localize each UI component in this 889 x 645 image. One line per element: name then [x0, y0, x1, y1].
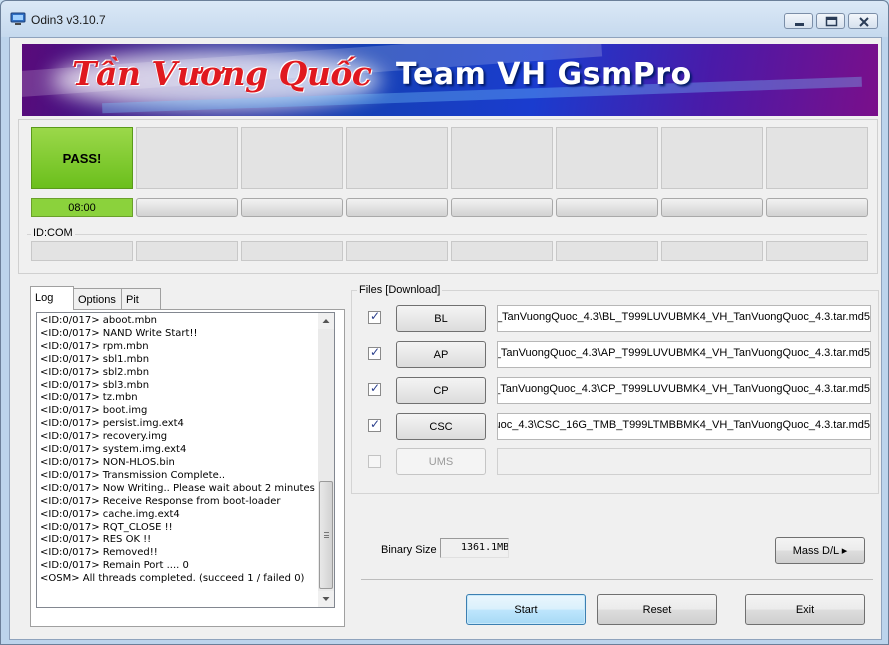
ap-button[interactable]: AP [396, 341, 486, 368]
log-line: <ID:0/017> RES OK !! [40, 534, 152, 546]
start-button[interactable]: Start [466, 594, 586, 625]
scroll-up-icon [322, 319, 330, 323]
port-status-pass: PASS! [31, 127, 133, 189]
cp-button[interactable]: CP [396, 377, 486, 404]
log-panel: <ID:0/017> aboot.mbn <ID:0/017> NAND Writ… [30, 309, 345, 627]
log-line: <ID:0/017> NAND Write Start!! [40, 327, 198, 339]
log-line: <ID:0/017> Removed!! [40, 547, 158, 559]
banner-right-text: Team VH GsmPro [396, 57, 692, 92]
log-line: <ID:0/017> NON-HLOS.bin [40, 456, 175, 468]
port-progress-bar [766, 198, 868, 217]
csc-path-field[interactable]: Quoc_4.3\CSC_16G_TMB_T999LTMBBMK4_VH_Tan… [497, 413, 871, 440]
idcom-box [451, 241, 553, 261]
port-progress-bar [451, 198, 553, 217]
scroll-thumb[interactable] [319, 481, 333, 589]
ap-checkbox[interactable] [368, 345, 381, 360]
exit-button[interactable]: Exit [745, 594, 865, 625]
banner: Tần Vương Quốc Team VH GsmPro [22, 44, 878, 116]
port-progress-bar [346, 198, 448, 217]
tab-pit[interactable]: Pit [121, 288, 161, 310]
log-line: <OSM> All threads completed. (succeed 1 … [40, 573, 305, 585]
banner-left-text: Tần Vương Quốc [72, 54, 372, 93]
idcom-label: ID:COM [31, 227, 75, 239]
ums-checkbox[interactable] [368, 455, 381, 468]
idcom-box [766, 241, 868, 261]
close-button[interactable] [848, 13, 878, 29]
log-line: <ID:0/017> Transmission Complete.. [40, 469, 226, 481]
port-status [661, 127, 763, 189]
log-line: <ID:0/017> sbl3.mbn [40, 379, 150, 391]
log-line: <ID:0/017> recovery.img [40, 431, 168, 443]
port-status [451, 127, 553, 189]
bl-checkbox[interactable] [368, 309, 381, 324]
scroll-down-button[interactable] [318, 591, 334, 607]
files-legend: Files [Download] [357, 284, 443, 296]
idcom-box [241, 241, 343, 261]
ap-path-field[interactable]: l_TanVuongQuoc_4.3\AP_T999LUVUBMK4_VH_Ta… [497, 341, 871, 368]
log-textarea[interactable]: <ID:0/017> aboot.mbn <ID:0/017> NAND Writ… [36, 312, 318, 608]
log-line: <ID:0/017> tz.mbn [40, 392, 138, 404]
log-scrollbar[interactable] [318, 312, 335, 608]
scroll-up-button[interactable] [318, 313, 334, 329]
bl-button[interactable]: BL [396, 305, 486, 332]
odin-app-icon [10, 12, 26, 25]
port-status [136, 127, 238, 189]
binary-size-value: 1361.1MB [440, 538, 509, 558]
mass-dl-button[interactable]: Mass D/L ▸ [775, 537, 865, 564]
log-line: <ID:0/017> cache.img.ext4 [40, 508, 180, 520]
window-title: Odin3 v3.10.7 [31, 13, 106, 27]
port-status-panel: PASS! 08:00 ID:COM [18, 119, 878, 274]
log-line: <ID:0/017> Receive Response from boot-lo… [40, 495, 281, 507]
minimize-button[interactable] [784, 13, 813, 29]
port-status [556, 127, 658, 189]
bl-path-field[interactable]: l_TanVuongQuoc_4.3\BL_T999LUVUBMK4_VH_Ta… [497, 305, 871, 332]
ums-path-field[interactable] [497, 448, 871, 475]
csc-checkbox[interactable] [368, 417, 381, 432]
maximize-button[interactable] [816, 13, 845, 29]
idcom-box [661, 241, 763, 261]
port-status [346, 127, 448, 189]
tab-options[interactable]: Options [73, 288, 122, 310]
tab-log[interactable]: Log [30, 286, 74, 310]
action-divider [361, 579, 873, 580]
port-progress-bar [661, 198, 763, 217]
log-line: <ID:0/017> sbl1.mbn [40, 353, 150, 365]
log-line: <ID:0/017> system.img.ext4 [40, 444, 187, 456]
tab-panel: Log Options Pit <ID:0/017> aboot.mbn <ID:… [30, 286, 345, 630]
log-line: <ID:0/017> Remain Port .... 0 [40, 560, 189, 572]
log-line: <ID:0/017> RQT_CLOSE !! [40, 521, 173, 533]
minimize-icon [795, 23, 804, 26]
idcom-box [31, 241, 133, 261]
log-line: <ID:0/017> aboot.mbn [40, 315, 158, 326]
log-line: <ID:0/017> sbl2.mbn [40, 366, 150, 378]
reset-button[interactable]: Reset [597, 594, 717, 625]
port-progress-bar [556, 198, 658, 217]
idcom-box [556, 241, 658, 261]
port-progress-bar [241, 198, 343, 217]
idcom-divider [27, 234, 867, 235]
cp-path-field[interactable]: l_TanVuongQuoc_4.3\CP_T999LUVUBMK4_VH_Ta… [497, 377, 871, 404]
csc-button[interactable]: CSC [396, 413, 486, 440]
port-status [241, 127, 343, 189]
odin-window: Odin3 v3.10.7 Tần Vương Quốc Team VH Gsm… [0, 0, 889, 645]
log-line: <ID:0/017> persist.img.ext4 [40, 418, 184, 430]
title-bar[interactable]: Odin3 v3.10.7 [1, 1, 888, 37]
log-line: <ID:0/017> Now Writing.. Please wait abo… [40, 482, 315, 494]
maximize-icon [825, 16, 838, 27]
idcom-box [136, 241, 238, 261]
port-status [766, 127, 868, 189]
ums-button[interactable]: UMS [396, 448, 486, 475]
cp-checkbox[interactable] [368, 381, 381, 396]
idcom-box [346, 241, 448, 261]
scroll-down-icon [322, 597, 330, 601]
close-icon [859, 17, 869, 27]
client-area: Tần Vương Quốc Team VH GsmPro PASS! 08:0… [9, 37, 882, 640]
port-progress-bar: 08:00 [31, 198, 133, 217]
binary-size-label: Binary Size [381, 544, 437, 556]
log-line: <ID:0/017> rpm.mbn [40, 340, 149, 352]
log-line: <ID:0/017> boot.img [40, 405, 148, 417]
port-progress-bar [136, 198, 238, 217]
